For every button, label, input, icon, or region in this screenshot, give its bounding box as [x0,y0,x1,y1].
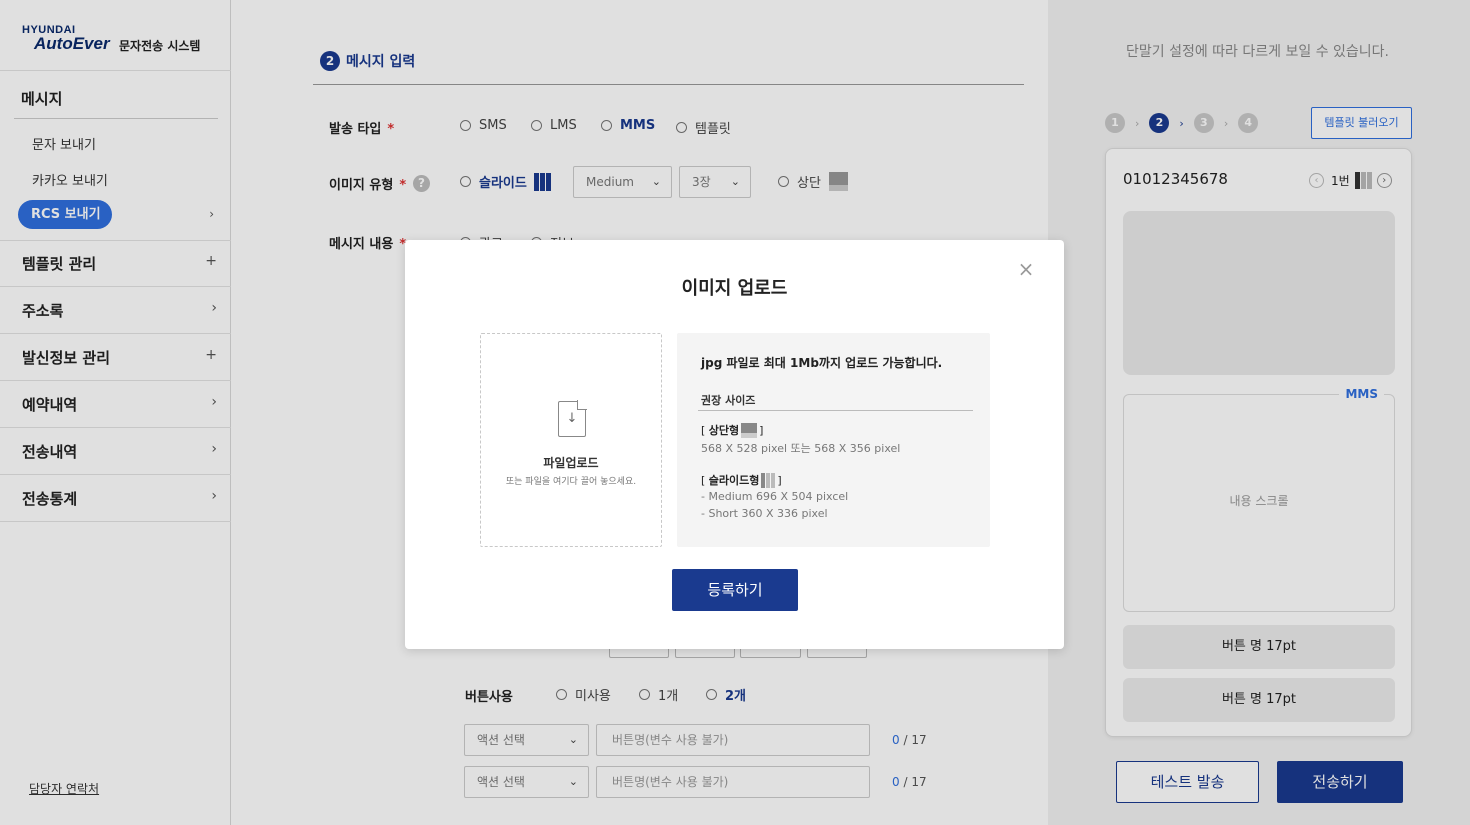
upload-info-panel: jpg 파일로 최대 1Mb까지 업로드 가능합니다. 권장 사이즈 [ 상단형… [677,333,990,547]
slide-short-size: - Short 360 X 336 pixel [701,507,828,520]
modal-title: 이미지 업로드 [681,278,788,299]
file-download-icon: ↓ [558,400,587,437]
upload-title: 파일업로드 [543,456,599,470]
recommended-size-heading: 권장 사이즈 [701,394,756,407]
upload-limit-text: jpg 파일로 최대 1Mb까지 업로드 가능합니다. [701,356,943,370]
register-button[interactable]: 등록하기 [672,569,798,611]
close-icon[interactable]: × [1015,258,1037,280]
slide-medium-size: - Medium 696 X 504 pixcel [701,490,849,503]
top-type-icon [741,422,758,438]
slide-type-heading: [ 슬라이드형] [701,472,782,488]
file-drop-zone[interactable]: ↓ 파일업로드 또는 파일을 여기다 끌어 놓으세요. [480,333,662,547]
top-type-heading: [ 상단형] [701,422,764,438]
image-upload-modal: 이미지 업로드 × ↓ 파일업로드 또는 파일을 여기다 끌어 놓으세요. jp… [405,240,1064,649]
top-type-label: 상단형 [708,424,740,437]
info-divider [698,410,973,411]
slide-type-label: 슬라이드형 [708,474,760,487]
slide-type-icon [761,472,776,488]
top-type-size: 568 X 528 pixel 또는 568 X 356 pixel [701,442,901,455]
upload-hint: 또는 파일을 여기다 끌어 놓으세요. [505,477,637,487]
app-root: HYUNDAI AutoEver 문자전송 시스템 메시지 문자 보내기 카카오… [0,0,1470,825]
